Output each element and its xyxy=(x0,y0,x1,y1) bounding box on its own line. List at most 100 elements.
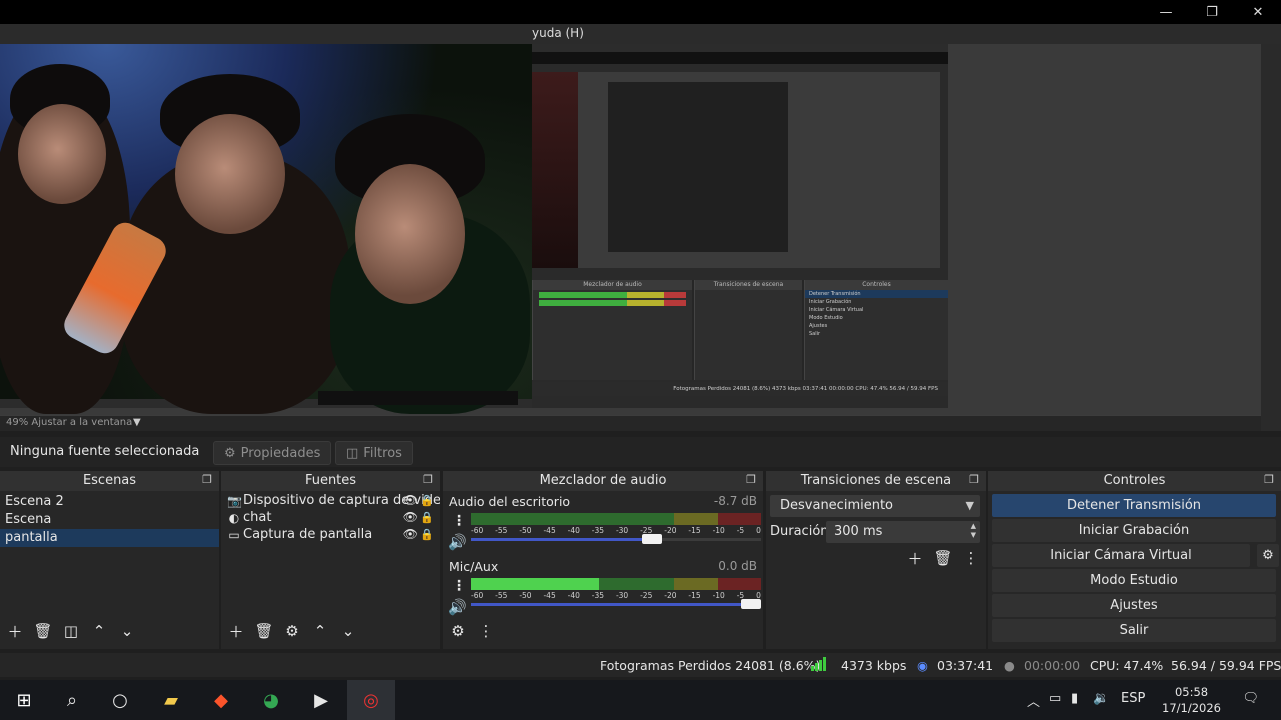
lock-icon[interactable]: 🔒 xyxy=(420,509,434,526)
undock-icon[interactable]: ❐ xyxy=(743,473,759,487)
speaker-icon[interactable]: 🔊 xyxy=(448,598,467,616)
meter-tick-label: -10 xyxy=(712,591,725,600)
maximize-button[interactable]: ❐ xyxy=(1189,0,1235,24)
visibility-icon[interactable]: 👁 xyxy=(403,526,418,543)
gear-icon[interactable]: ⚙ xyxy=(283,622,301,640)
undock-icon[interactable]: ❐ xyxy=(966,473,982,487)
chevron-up-icon[interactable]: ︿ xyxy=(1027,691,1040,710)
kebab-menu-icon[interactable]: ⋮ xyxy=(962,549,980,567)
windows-start-icon[interactable]: ⊞ xyxy=(10,686,38,714)
clock[interactable]: 05:58 17/1/2026 xyxy=(1162,684,1221,716)
language-indicator[interactable]: ESP xyxy=(1121,691,1145,706)
file-explorer-icon[interactable]: ▰ xyxy=(157,686,185,714)
obs-icon[interactable]: ◎ xyxy=(357,686,385,714)
volume-slider-thumb[interactable] xyxy=(741,599,761,609)
source-label: Captura de pantalla xyxy=(243,527,373,542)
source-item[interactable]: 📷 Dispositivo de captura de video 👁 🔒 xyxy=(221,492,440,509)
filter-icon[interactable]: ◫ xyxy=(62,622,80,640)
chrome-icon[interactable]: ◕ xyxy=(257,686,285,714)
menu-help[interactable]: yuda (H) xyxy=(532,26,584,40)
search-icon[interactable]: ⌕ xyxy=(58,686,86,714)
meter-tick-label: -20 xyxy=(664,591,677,600)
stop-stream-button[interactable]: Detener Transmisión xyxy=(992,494,1276,517)
add-icon[interactable]: ＋ xyxy=(6,622,24,641)
volume-slider-thumb[interactable] xyxy=(642,534,663,544)
scenes-title: Escenas xyxy=(82,473,137,488)
status-bar: Fotogramas Perdidos 24081 (8.6%) 4373 kb… xyxy=(0,653,1281,677)
start-virtual-camera-button[interactable]: Iniciar Cámara Virtual xyxy=(992,544,1250,567)
settings-button[interactable]: Ajustes xyxy=(992,594,1276,617)
menu-bar: yuda (H) xyxy=(0,24,1281,44)
minimize-button[interactable]: — xyxy=(1143,0,1189,24)
exit-button[interactable]: Salir xyxy=(992,619,1276,642)
undock-icon[interactable]: ❐ xyxy=(1261,473,1277,487)
visibility-icon[interactable]: 👁 xyxy=(403,492,418,509)
lock-icon[interactable]: 🔒 xyxy=(420,492,434,509)
meter-tick-label: -45 xyxy=(543,591,556,600)
zoom-label: 49% Ajustar a la ventana xyxy=(6,417,133,428)
visibility-icon[interactable]: 👁 xyxy=(403,509,418,526)
move-down-icon[interactable]: ⌄ xyxy=(118,622,136,640)
webcam-feed xyxy=(0,44,532,414)
close-button[interactable]: ✕ xyxy=(1235,0,1281,24)
sources-toolbar: ＋ 🗑 ⚙ ⌃ ⌄ xyxy=(221,621,357,641)
duration-label: Duración xyxy=(770,524,829,539)
scene-item[interactable]: Escena 2 xyxy=(0,493,219,511)
kebab-menu-icon[interactable]: ⋮ xyxy=(477,622,495,640)
nested-obs-capture: Mezclador de audio Transiciones de escen… xyxy=(532,52,948,408)
gear-icon[interactable]: ⚙ xyxy=(449,622,467,640)
studio-mode-button[interactable]: Modo Estudio xyxy=(992,569,1276,592)
sources-dock: Fuentes ❐ 📷 Dispositivo de captura de vi… xyxy=(221,471,440,649)
volume-slider[interactable] xyxy=(471,599,761,609)
source-item[interactable]: ▭ Captura de pantalla 👁 🔒 xyxy=(221,526,440,543)
speaker-icon[interactable]: 🔊 xyxy=(448,533,467,551)
meter-tick-label: -15 xyxy=(688,591,701,600)
meter-red-zone xyxy=(717,578,761,590)
media-player-icon[interactable]: ▶ xyxy=(307,686,335,714)
trash-icon[interactable]: 🗑 xyxy=(254,622,273,640)
notifications-icon[interactable]: 🗨 xyxy=(1242,691,1259,706)
trash-icon[interactable]: 🗑 xyxy=(33,622,52,640)
properties-label: Propiedades xyxy=(240,445,321,461)
meter-tick-label: -60 xyxy=(471,591,484,600)
undock-icon[interactable]: ❐ xyxy=(420,473,436,487)
lock-icon[interactable]: 🔒 xyxy=(420,526,434,543)
transitions-toolbar: ＋ 🗑 ⋮ xyxy=(906,549,980,568)
scenes-dock: Escenas ❐ Escena 2 Escena pantalla ＋ 🗑 ◫… xyxy=(0,471,219,649)
kebab-menu-icon[interactable]: ⋮ xyxy=(452,513,466,529)
move-up-icon[interactable]: ⌃ xyxy=(90,622,108,640)
zoom-dropdown-icon[interactable]: ▼ xyxy=(133,417,141,428)
start-recording-button[interactable]: Iniciar Grabación xyxy=(992,519,1276,542)
cortana-icon[interactable]: ○ xyxy=(106,686,134,714)
source-item[interactable]: ◐ chat 👁 🔒 xyxy=(221,509,440,526)
brave-icon[interactable]: ◆ xyxy=(207,686,235,714)
scene-item[interactable]: pantalla xyxy=(0,529,219,547)
volume-icon[interactable]: 🔉 xyxy=(1093,691,1109,706)
duration-spinbox[interactable]: 300 ms ▲ ▼ xyxy=(826,521,980,543)
nested-control-row: Detener Transmisión xyxy=(805,290,948,298)
stream-time: 03:37:41 xyxy=(937,658,994,673)
filters-button[interactable]: ◫ Filtros xyxy=(335,441,413,465)
volume-slider[interactable] xyxy=(471,534,761,544)
properties-button[interactable]: ⚙ Propiedades xyxy=(213,441,332,465)
gear-icon[interactable]: ⚙ xyxy=(1257,544,1279,567)
trash-icon[interactable]: 🗑 xyxy=(933,549,952,567)
preview-scrollbar[interactable] xyxy=(1261,44,1281,431)
usb-icon[interactable]: ▮ xyxy=(1071,691,1078,706)
scene-item[interactable]: Escena xyxy=(0,511,219,529)
clock-time: 05:58 xyxy=(1174,685,1209,699)
add-icon[interactable]: ＋ xyxy=(227,622,245,641)
dropped-frames: Fotogramas Perdidos 24081 (8.6%) xyxy=(600,658,821,673)
undock-icon[interactable]: ❐ xyxy=(199,473,215,487)
move-down-icon[interactable]: ⌄ xyxy=(339,622,357,640)
meter-tick-label: -25 xyxy=(640,591,653,600)
spin-arrows-icon[interactable]: ▲ ▼ xyxy=(971,522,976,540)
preview-canvas[interactable]: Mezclador de audio Transiciones de escen… xyxy=(0,44,948,414)
nested-controls: Controles Detener Transmisión Iniciar Gr… xyxy=(804,280,948,380)
transition-select[interactable]: Desvanecimiento ▼ xyxy=(770,495,980,517)
move-up-icon[interactable]: ⌃ xyxy=(311,622,329,640)
kebab-menu-icon[interactable]: ⋮ xyxy=(452,578,466,594)
record-time: 00:00:00 xyxy=(1024,658,1081,673)
add-icon[interactable]: ＋ xyxy=(906,549,924,568)
network-icon[interactable]: ▭ xyxy=(1049,691,1061,706)
